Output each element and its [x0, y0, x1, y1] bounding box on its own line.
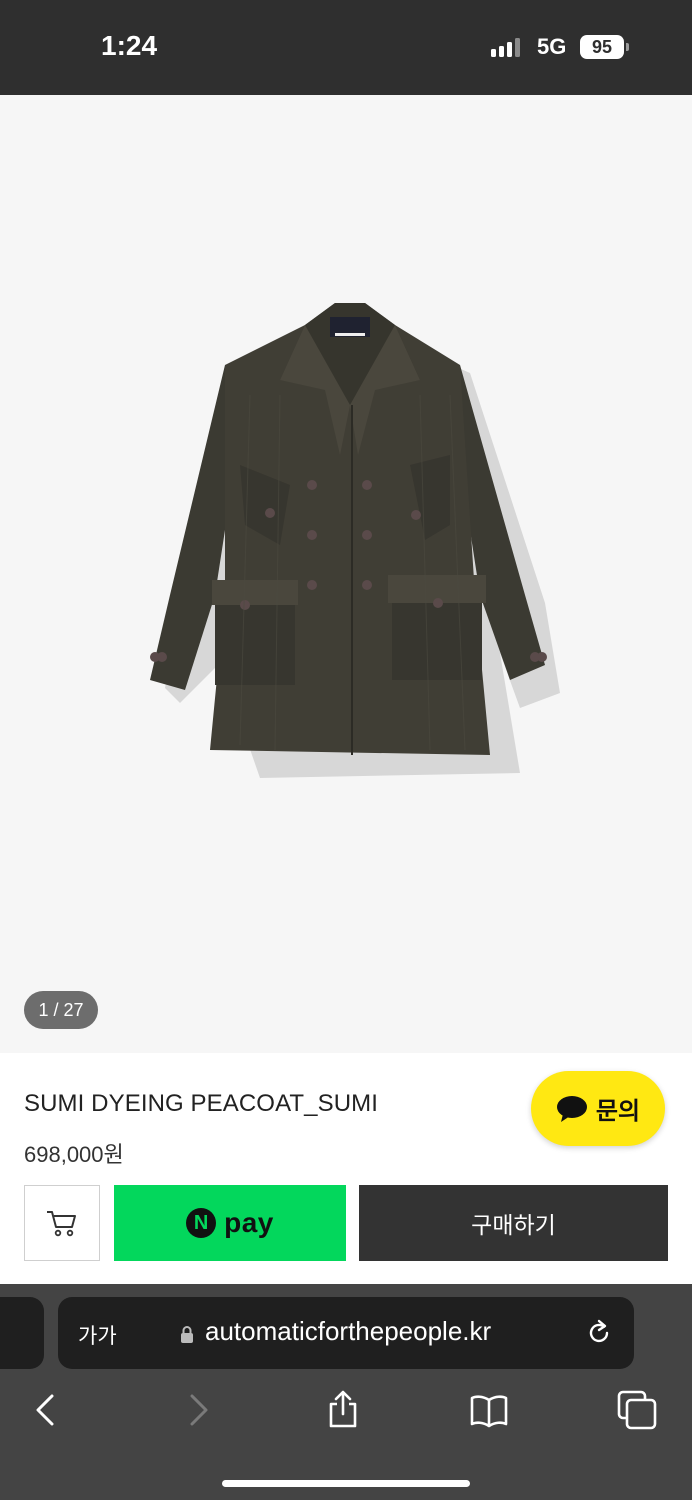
signal-icon [491, 38, 520, 57]
text-size-button[interactable]: 가가 [78, 1320, 117, 1350]
home-indicator [222, 1480, 470, 1487]
inquiry-label: 문의 [595, 1098, 641, 1125]
reload-icon[interactable] [584, 1318, 614, 1348]
inquiry-button[interactable]: 문의 [531, 1071, 665, 1146]
previous-tab-peek[interactable] [0, 1297, 44, 1369]
back-icon[interactable] [27, 1390, 67, 1430]
battery-tip [626, 43, 629, 51]
buy-now-button[interactable]: 구매하기 [359, 1185, 668, 1261]
forward-icon[interactable] [177, 1390, 217, 1430]
tabs-icon[interactable] [617, 1390, 657, 1430]
bookmarks-icon[interactable] [469, 1390, 509, 1430]
status-time: 1:24 [101, 30, 158, 61]
lock-icon [181, 1326, 193, 1343]
image-counter: 1 / 27 [24, 991, 98, 1029]
npay-logo-icon: N [186, 1208, 217, 1238]
add-to-cart-button[interactable] [24, 1185, 100, 1261]
naver-pay-button[interactable]: N pay [114, 1185, 346, 1261]
product-price: 698,000원 [24, 1142, 124, 1167]
cart-icon [47, 1211, 76, 1237]
battery-level: 95 [580, 35, 624, 59]
npay-label: pay [224, 1207, 274, 1238]
share-icon[interactable] [323, 1390, 363, 1430]
url-text[interactable]: automaticforthepeople.kr [205, 1316, 491, 1347]
product-title: SUMI DYEING PEACOAT_SUMI [24, 1090, 379, 1117]
battery-icon: 95 [580, 35, 632, 59]
network-type: 5G [537, 34, 567, 59]
chat-bubble-icon [556, 1095, 587, 1122]
product-image-coat [150, 303, 560, 778]
